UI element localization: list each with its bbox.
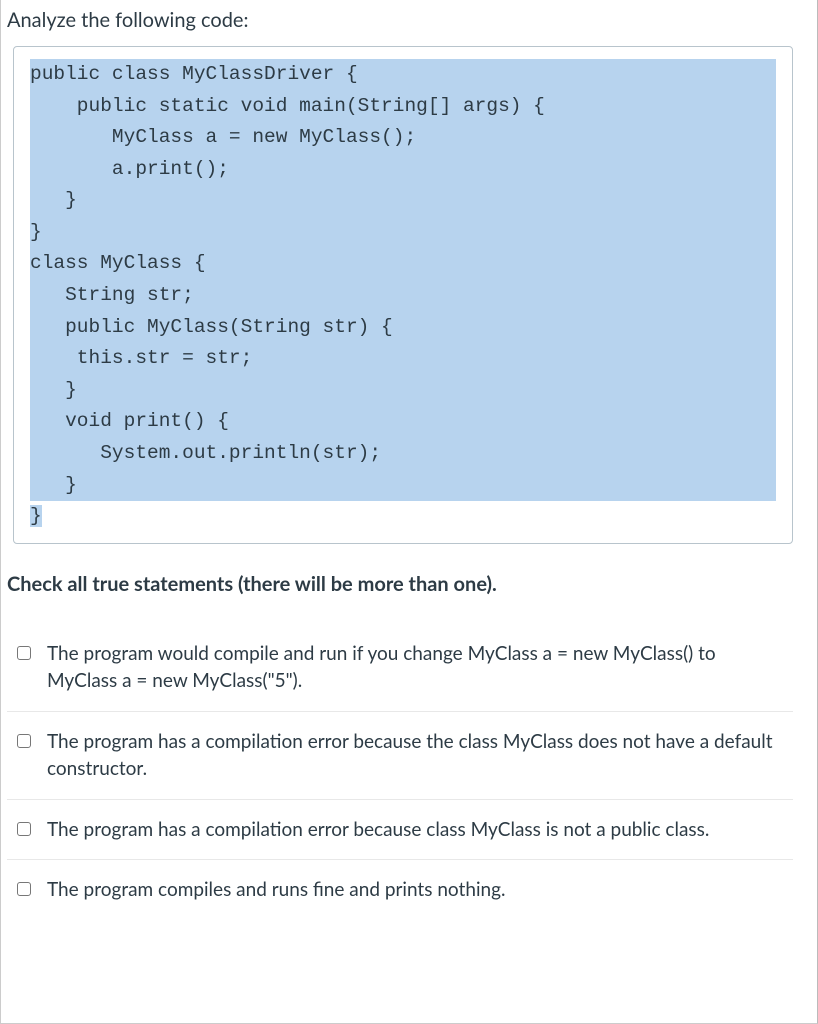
option-text: The program has a compilation error beca… bbox=[47, 728, 785, 783]
code-block: public class MyClassDriver { public stat… bbox=[13, 46, 793, 544]
checkbox-icon[interactable] bbox=[17, 882, 31, 896]
code-line: } bbox=[30, 375, 776, 407]
prompt-text: Analyze the following code: bbox=[7, 8, 248, 32]
question-container: Analyze the following code: public class… bbox=[0, 0, 818, 1024]
option-text: The program compiles and runs fine and p… bbox=[47, 876, 785, 904]
code-line: public MyClass(String str) { bbox=[30, 312, 776, 344]
check-prompt-text: Check all true statements (there will be… bbox=[7, 572, 497, 596]
checkbox-icon[interactable] bbox=[17, 734, 31, 748]
option-row[interactable]: The program would compile and run if you… bbox=[7, 624, 793, 712]
code-line: class MyClass { bbox=[30, 248, 776, 280]
code-line: void print() { bbox=[30, 406, 776, 438]
checkbox-icon[interactable] bbox=[17, 646, 31, 660]
code-line: public class MyClassDriver { bbox=[30, 59, 776, 91]
code-line: a.print(); bbox=[30, 154, 776, 186]
option-row[interactable]: The program has a compilation error beca… bbox=[7, 712, 793, 800]
code-line: String str; bbox=[30, 280, 776, 312]
code-line: System.out.println(str); bbox=[30, 438, 776, 470]
code-line: } bbox=[30, 505, 42, 527]
code-line: this.str = str; bbox=[30, 343, 776, 375]
option-text: The program has a compilation error beca… bbox=[47, 816, 785, 844]
code-line: } bbox=[30, 470, 776, 502]
option-text: The program would compile and run if you… bbox=[47, 640, 785, 695]
code-line: } bbox=[30, 185, 776, 217]
check-prompt: Check all true statements (there will be… bbox=[1, 562, 793, 624]
code-line: public static void main(String[] args) { bbox=[30, 91, 776, 123]
option-row[interactable]: The program compiles and runs fine and p… bbox=[7, 860, 793, 920]
option-row[interactable]: The program has a compilation error beca… bbox=[7, 800, 793, 861]
checkbox-icon[interactable] bbox=[17, 822, 31, 836]
question-prompt: Analyze the following code: bbox=[1, 0, 793, 46]
code-line: } bbox=[30, 217, 776, 249]
code-line: MyClass a = new MyClass(); bbox=[30, 122, 776, 154]
options-list: The program would compile and run if you… bbox=[1, 624, 793, 920]
